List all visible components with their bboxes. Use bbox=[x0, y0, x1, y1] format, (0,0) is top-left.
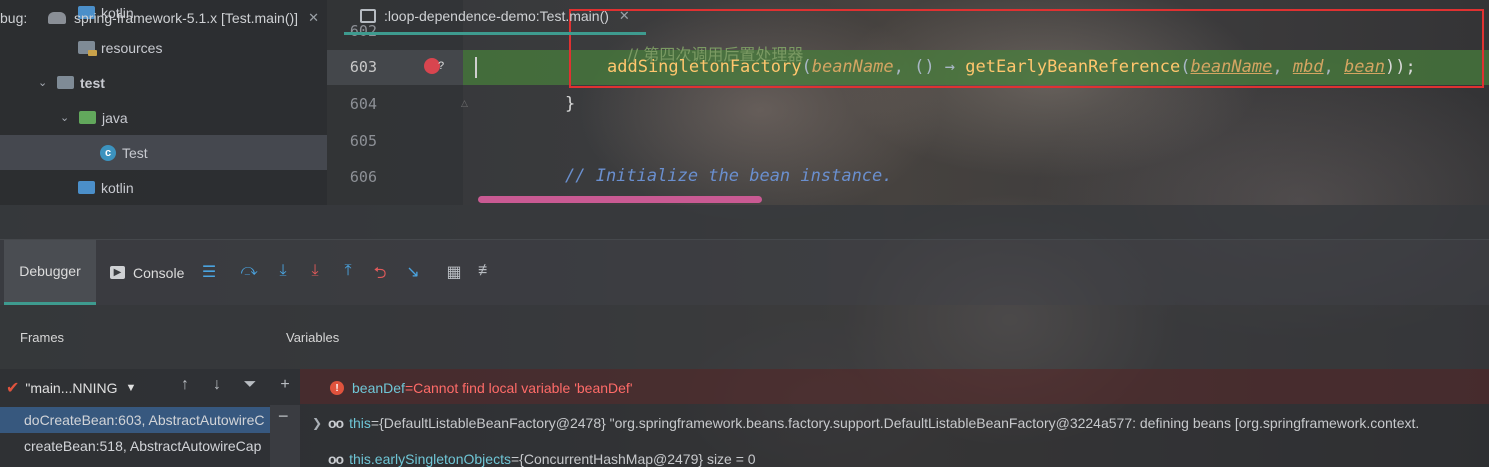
run-to-cursor-icon[interactable]: ↘ bbox=[402, 262, 424, 282]
step-over-icon[interactable]: ⤓ bbox=[272, 262, 294, 280]
breakpoint-question-icon: ? bbox=[438, 60, 445, 72]
folder-green-icon bbox=[79, 111, 96, 124]
code-line-604[interactable]: } bbox=[565, 94, 575, 114]
trace-icon[interactable]: ≢ bbox=[475, 262, 497, 280]
debug-label: bug: bbox=[0, 9, 28, 26]
debugger-toolbar bbox=[0, 240, 1489, 305]
line-number: 606 bbox=[349, 168, 377, 186]
chevron-right-icon[interactable]: ❯ bbox=[312, 416, 328, 430]
debug-tab-bar bbox=[0, 205, 1489, 240]
evaluate-icon[interactable]: ▦ bbox=[443, 262, 465, 282]
line-number-current: 603 bbox=[349, 58, 377, 76]
highlight-box-annotation bbox=[569, 9, 1484, 88]
show-execution-point-icon[interactable]: ⤼ bbox=[238, 262, 260, 280]
class-icon: c bbox=[100, 144, 116, 161]
variable-row-early-singletons[interactable]: oo this.earlySingletonObjects = {Concurr… bbox=[300, 444, 756, 467]
variable-row-beandef[interactable]: ! beanDef = Cannot find local variable '… bbox=[300, 373, 633, 403]
gradle-elephant-icon bbox=[48, 11, 66, 24]
watch-glasses-icon: oo bbox=[328, 415, 344, 431]
arrow-up-icon[interactable]: ↑ bbox=[175, 376, 195, 394]
debug-tab-spring-framework[interactable]: spring-framework-5.1.x [Test.main()] ✕ bbox=[48, 0, 319, 35]
step-out-icon[interactable]: ⤒ bbox=[337, 262, 359, 280]
frame-item[interactable]: createBean:518, AbstractAutowireCap bbox=[0, 433, 270, 459]
tree-item-kotlin-2[interactable]: kotlin bbox=[0, 170, 327, 205]
frame-item[interactable]: lambda$doGetBean$0:359, AbstractBe bbox=[0, 459, 270, 467]
remove-icon[interactable]: − bbox=[278, 406, 289, 427]
filter-icon[interactable]: ⏷ bbox=[240, 376, 260, 394]
drop-frame-icon[interactable]: ⮌ bbox=[369, 262, 391, 289]
resources-folder-icon bbox=[78, 41, 97, 56]
chevron-down-icon: ▼ bbox=[125, 382, 137, 394]
text-caret bbox=[475, 57, 477, 78]
debug-tab-loop-dependence[interactable]: :loop-dependence-demo:Test.main() ✕ bbox=[344, 0, 646, 35]
tree-item-java[interactable]: ⌄ java bbox=[0, 100, 327, 135]
horizontal-scrollbar[interactable] bbox=[478, 196, 762, 203]
tree-item-resources[interactable]: resources bbox=[0, 30, 327, 65]
console-icon: ▶ bbox=[110, 266, 125, 279]
tab-debugger[interactable]: Debugger bbox=[4, 240, 96, 305]
run-config-icon bbox=[360, 9, 376, 23]
line-number: 604 bbox=[349, 95, 377, 113]
error-icon: ! bbox=[330, 381, 344, 395]
check-icon: ✔ bbox=[6, 380, 20, 397]
step-into-icon[interactable]: ⤓ bbox=[304, 262, 326, 280]
tab-console[interactable]: ▶ Console bbox=[110, 240, 184, 305]
chevron-down-icon[interactable]: ⌄ bbox=[60, 111, 72, 124]
code-line-606[interactable]: // Initialize the bean instance. bbox=[565, 166, 893, 186]
tree-item-test-class[interactable]: c Test bbox=[0, 135, 327, 170]
frames-title: Frames bbox=[20, 330, 65, 345]
frame-item[interactable]: doCreateBean:603, AbstractAutowireC bbox=[0, 407, 270, 433]
add-icon[interactable]: + bbox=[275, 376, 295, 394]
close-icon[interactable]: ✕ bbox=[308, 10, 319, 26]
test-folder-icon bbox=[57, 76, 74, 89]
tree-item-test[interactable]: ⌄ test bbox=[0, 65, 327, 100]
arrow-down-icon[interactable]: ↓ bbox=[207, 376, 227, 394]
frames-list-icon[interactable]: ☰ bbox=[198, 262, 220, 282]
watch-glasses-icon: oo bbox=[328, 451, 344, 467]
variables-title: Variables bbox=[286, 330, 340, 345]
folder-icon bbox=[78, 181, 95, 194]
variable-row-this[interactable]: ❯ oo this = {DefaultListableBeanFactory@… bbox=[300, 408, 1419, 438]
close-icon[interactable]: ✕ bbox=[619, 8, 630, 24]
line-number: 605 bbox=[349, 132, 377, 150]
chevron-down-icon[interactable]: ⌄ bbox=[38, 76, 50, 89]
fold-marker-icon[interactable]: △ bbox=[461, 98, 468, 109]
variables-panel-header bbox=[270, 305, 1489, 369]
thread-selector[interactable]: ✔ "main...NNING ▼ bbox=[6, 375, 164, 401]
